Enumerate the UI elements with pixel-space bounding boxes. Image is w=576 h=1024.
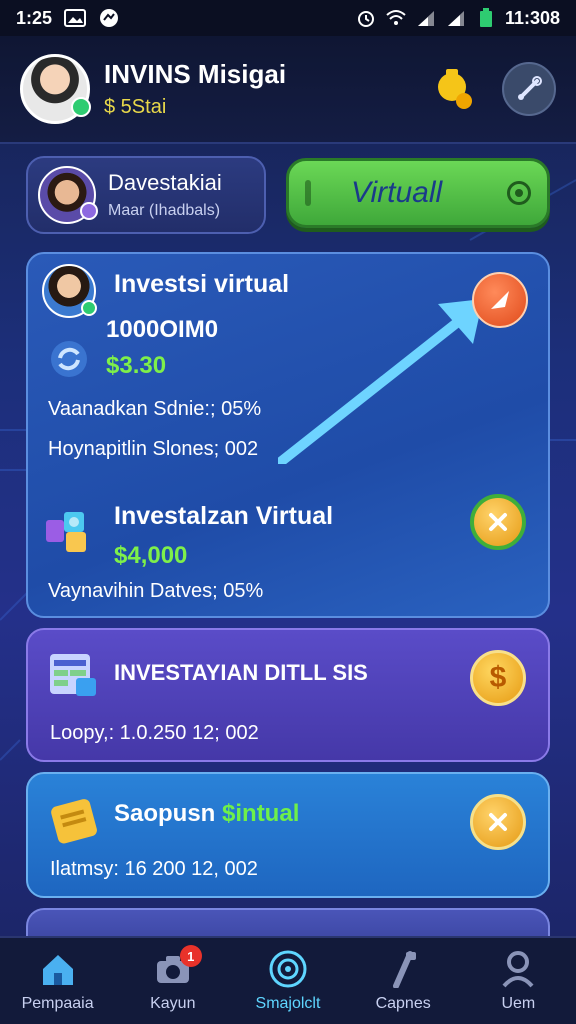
virtual-button[interactable]: Virtuall	[286, 158, 550, 228]
investment-title: Investsi virtual	[114, 270, 290, 298]
close-button[interactable]	[470, 494, 526, 550]
home-icon	[38, 949, 78, 989]
alarm-icon	[355, 8, 377, 28]
investment-detail-card[interactable]: INVESTAYIAN DITLL SIS Loopy,: 1.0.250 12…	[26, 628, 550, 762]
nav-item-user[interactable]: Uem	[463, 949, 573, 1013]
investor-avatar	[42, 264, 97, 318]
savings-card-title: Saopusn $intual	[114, 800, 299, 828]
user-avatar[interactable]	[20, 54, 91, 124]
close-icon	[489, 513, 507, 531]
wifi-icon	[385, 8, 407, 28]
refresh-icon[interactable]	[48, 338, 90, 380]
investment-card[interactable]: Investsi virtual 1000OIM0 $3.30 Vaanadka…	[26, 252, 550, 618]
profile-card[interactable]: Davestakiai Maar (Ihadbals)	[26, 156, 266, 234]
coin-button[interactable]: $	[470, 650, 526, 706]
investment-title-2: Investalzan Virtual	[114, 502, 334, 530]
radio-icon	[507, 181, 531, 205]
send-icon	[491, 291, 509, 309]
profile-name: Davestakiai	[108, 170, 222, 195]
status-bar: 1:25 11:308	[0, 0, 576, 36]
status-time-left: 1:25	[16, 7, 53, 28]
tool-icon	[383, 949, 423, 989]
signal-icon-2	[445, 8, 467, 28]
nav-label-target: Smajolclt	[255, 995, 321, 1012]
status-time-right: 11:308	[504, 7, 560, 28]
savings-title-highlight: $intual	[222, 800, 300, 827]
user-name: INVINS Misigai	[104, 59, 287, 89]
nav-item-tools[interactable]: Capnes	[348, 949, 458, 1013]
savings-card[interactable]: Saopusn $intual Ilatmsy: 16 200 12, 002	[26, 772, 550, 898]
notification-icon	[98, 8, 120, 28]
profile-avatar	[38, 166, 98, 224]
nav-label-home: Pempaaia	[21, 995, 94, 1012]
image-icon	[64, 8, 87, 28]
verified-badge-icon	[71, 97, 91, 117]
target-icon	[268, 949, 308, 989]
investment-amount: $3.30	[106, 352, 167, 379]
savings-card-line: Ilatmsy: 16 200 12, 002	[50, 858, 258, 880]
nav-item-home[interactable]: Pempaaia	[3, 949, 113, 1013]
share-button[interactable]	[472, 272, 528, 328]
savings-title-prefix: Saopusn	[114, 800, 216, 827]
virtual-button-label: Virtuall	[351, 176, 443, 209]
blocks-icon	[46, 512, 86, 552]
dollar-icon: $	[489, 661, 507, 694]
savings-close-button[interactable]	[470, 794, 526, 850]
nav-label-camera: Kayun	[150, 995, 196, 1012]
investment-detail-2: Hoynapitlin Slones; 002	[48, 438, 259, 460]
trophy-icon[interactable]	[430, 65, 478, 113]
detail-card-title: INVESTAYIAN DITLL SIS	[114, 660, 368, 685]
investment-code: 1000OIM0	[106, 316, 219, 343]
profile-subtitle: Maar (Ihadbals)	[108, 202, 221, 219]
nav-item-camera[interactable]: 1 Kayun	[118, 945, 228, 1013]
nav-label-user: Uem	[501, 995, 536, 1012]
spreadsheet-icon	[50, 654, 96, 696]
investment-detail-1: Vaanadkan Sdnie:; 05%	[48, 398, 262, 420]
growth-arrow-icon	[278, 299, 483, 464]
user-balance: $ 5Stai	[104, 96, 167, 118]
nav-label-tools: Capnes	[375, 995, 431, 1012]
close-icon	[489, 813, 507, 831]
profile-badge-icon	[80, 202, 98, 220]
investor-badge-icon	[81, 300, 97, 316]
wrench-icon	[518, 76, 542, 100]
detail-card-line: Loopy,: 1.0.250 12; 002	[50, 722, 259, 744]
nav-item-target[interactable]: Smajolclt	[233, 949, 343, 1013]
notification-badge: 1	[179, 945, 202, 967]
bottom-navigation: Pempaaia 1 Kayun Smajolclt Capnes Uem	[0, 936, 576, 1024]
settings-button[interactable]	[502, 62, 556, 116]
signal-icon	[415, 8, 437, 28]
ticket-icon	[51, 799, 97, 844]
battery-icon	[475, 8, 497, 28]
virtual-button-bar	[305, 180, 311, 206]
user-icon	[498, 949, 538, 989]
app-header: INVINS Misigai $ 5Stai	[0, 36, 576, 144]
investment-detail-3: Vaynavihin Datves; 05%	[48, 580, 264, 602]
investment-amount-2: $4,000	[114, 542, 188, 569]
